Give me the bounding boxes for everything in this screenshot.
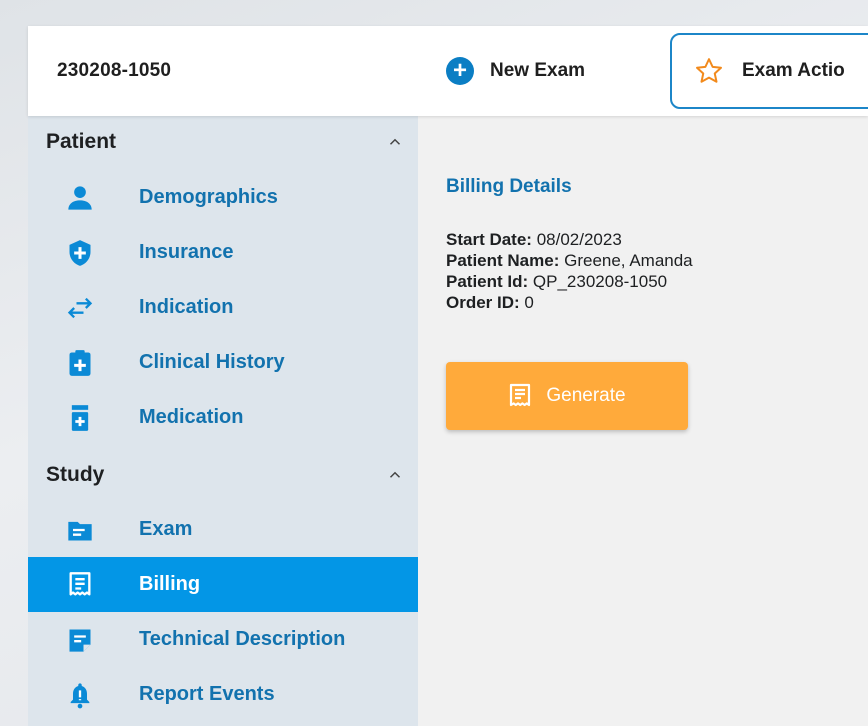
sidebar-item-label: Indication: [139, 296, 234, 318]
pill-bottle-icon: [66, 404, 94, 432]
sidebar-item-demographics[interactable]: Demographics: [28, 170, 418, 225]
detail-value: QP_230208-1050: [532, 272, 668, 291]
sidebar-item-report-events[interactable]: Report Events: [28, 667, 418, 722]
study-section-title: Study: [46, 463, 105, 486]
note-icon: [66, 626, 94, 654]
new-exam-label: New Exam: [490, 60, 586, 81]
detail-value: 0: [524, 293, 534, 312]
exam-actions-button[interactable]: Exam Actio: [670, 33, 868, 109]
detail-key: Patient Id:: [446, 272, 529, 291]
exam-actions-label: Exam Actio: [742, 60, 845, 81]
bell-icon: [66, 681, 94, 709]
exam-id: 230208-1050: [57, 60, 172, 81]
detail-key: Patient Name:: [446, 251, 560, 270]
detail-key: Order ID:: [446, 293, 520, 312]
sidebar-item-medication[interactable]: Medication: [28, 390, 418, 445]
study-section-header[interactable]: Study: [28, 458, 418, 492]
sidebar-item-label: Insurance: [139, 241, 234, 263]
detail-start-date: Start Date: 08/02/2023: [446, 229, 693, 250]
generate-button[interactable]: Generate: [446, 362, 688, 430]
sidebar-item-indication[interactable]: Indication: [28, 280, 418, 335]
detail-value: 08/02/2023: [536, 230, 622, 249]
add-circle-icon: +: [446, 57, 474, 85]
sidebar-item-technical-description[interactable]: Technical Description: [28, 612, 418, 667]
sidebar-item-label: Clinical History: [139, 351, 285, 373]
page-title: Billing Details: [446, 176, 572, 197]
sidebar-item-label: Report Events: [139, 683, 275, 705]
sidebar-item-insurance[interactable]: Insurance: [28, 225, 418, 280]
sidebar-item-label: Billing: [139, 573, 201, 595]
sidebar: Patient Demographics Insurance Indicatio…: [28, 116, 418, 726]
detail-order-id: Order ID: 0: [446, 292, 693, 313]
top-bar: 230208-1050 + New Exam Exam Actio: [28, 26, 868, 116]
clipboard-plus-icon: [66, 349, 94, 377]
shield-plus-icon: [66, 239, 94, 267]
sidebar-item-label: Medication: [139, 406, 244, 428]
patient-section-header[interactable]: Patient: [28, 125, 418, 159]
sidebar-item-label: Technical Description: [139, 628, 346, 650]
new-exam-button[interactable]: + New Exam: [446, 54, 585, 88]
chevron-up-icon: [389, 138, 401, 145]
star-icon: [696, 58, 722, 83]
patient-section-title: Patient: [46, 130, 117, 153]
receipt-icon: [510, 383, 531, 407]
sidebar-item-clinical-history[interactable]: Clinical History: [28, 335, 418, 390]
detail-patient-name: Patient Name: Greene, Amanda: [446, 250, 693, 271]
receipt-icon: [66, 571, 94, 599]
folder-icon: [66, 516, 94, 544]
sidebar-item-billing[interactable]: Billing: [28, 557, 418, 612]
app-window: 230208-1050 + New Exam Exam Actio Patien…: [28, 26, 868, 726]
sidebar-item-label: Demographics: [139, 186, 278, 208]
sidebar-item-exam[interactable]: Exam: [28, 502, 418, 557]
chevron-up-icon: [389, 471, 401, 478]
detail-value: Greene, Amanda: [564, 251, 693, 270]
sidebar-item-label: Exam: [139, 518, 193, 540]
person-icon: [66, 184, 94, 212]
detail-key: Start Date:: [446, 230, 532, 249]
main-content: Billing Details Start Date: 08/02/2023 P…: [418, 116, 868, 726]
generate-label: Generate: [546, 385, 626, 406]
billing-details: Start Date: 08/02/2023 Patient Name: Gre…: [446, 229, 693, 313]
swap-arrows-icon: [66, 294, 94, 322]
detail-patient-id: Patient Id: QP_230208-1050: [446, 271, 693, 292]
